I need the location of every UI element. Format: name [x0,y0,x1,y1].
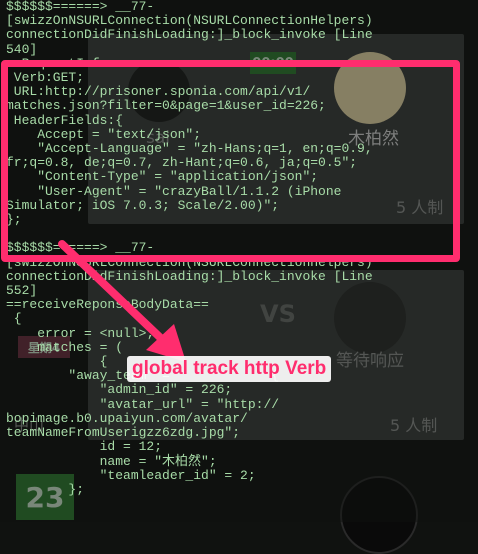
pointer-arrow-icon [58,240,186,362]
annotation-label: global track http Verb [127,356,332,382]
